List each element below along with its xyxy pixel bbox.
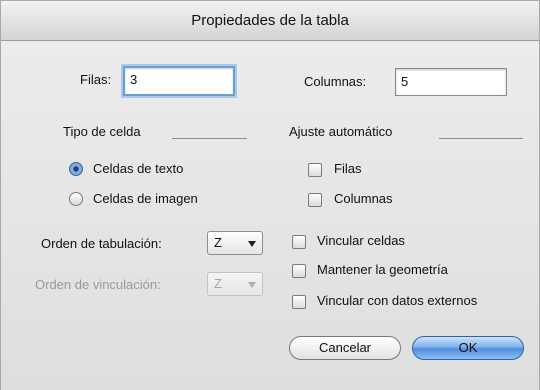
link-order-label: Orden de vinculación: bbox=[35, 277, 161, 292]
link-cells-checkbox[interactable] bbox=[292, 235, 306, 249]
cancel-button[interactable]: Cancelar bbox=[289, 336, 401, 360]
tab-order-label: Orden de tabulación: bbox=[41, 236, 162, 251]
auto-fit-columns-checkbox[interactable] bbox=[308, 193, 322, 207]
dialog-body: Filas: 3 Columnas: 5 Tipo de celda Celda… bbox=[1, 42, 539, 390]
chevron-down-icon bbox=[248, 241, 256, 247]
tab-order-value: Z bbox=[214, 235, 222, 250]
link-cells-label[interactable]: Vincular celdas bbox=[317, 233, 405, 248]
auto-fit-heading: Ajuste automático bbox=[289, 124, 393, 139]
rows-input[interactable]: 3 bbox=[123, 66, 235, 96]
dialog-title: Propiedades de la tabla bbox=[1, 1, 539, 41]
tab-order-popup[interactable]: Z bbox=[207, 231, 263, 255]
text-cells-radio[interactable] bbox=[69, 162, 83, 176]
image-cells-radio[interactable] bbox=[69, 192, 83, 206]
auto-fit-columns-label[interactable]: Columnas bbox=[334, 191, 393, 206]
cell-type-heading: Tipo de celda bbox=[63, 124, 141, 139]
columns-label: Columnas: bbox=[304, 74, 367, 89]
table-properties-dialog: Propiedades de la tabla Filas: 3 Columna… bbox=[0, 0, 540, 390]
columns-input[interactable]: 5 bbox=[395, 68, 507, 96]
text-cells-label[interactable]: Celdas de texto bbox=[93, 161, 183, 176]
rows-label: Filas: bbox=[80, 72, 112, 87]
link-external-data-checkbox[interactable] bbox=[292, 295, 306, 309]
keep-geometry-checkbox[interactable] bbox=[292, 264, 306, 278]
auto-fit-divider bbox=[439, 138, 523, 139]
keep-geometry-label[interactable]: Mantener la geometría bbox=[317, 262, 448, 277]
auto-fit-rows-label[interactable]: Filas bbox=[334, 161, 361, 176]
cell-type-divider bbox=[172, 138, 247, 139]
link-external-data-label[interactable]: Vincular con datos externos bbox=[317, 293, 477, 308]
link-order-popup: Z bbox=[207, 272, 263, 296]
ok-button[interactable]: OK bbox=[412, 336, 524, 360]
auto-fit-rows-checkbox[interactable] bbox=[308, 163, 322, 177]
chevron-down-icon bbox=[248, 282, 256, 288]
image-cells-label[interactable]: Celdas de imagen bbox=[93, 191, 198, 206]
link-order-value: Z bbox=[214, 276, 222, 291]
